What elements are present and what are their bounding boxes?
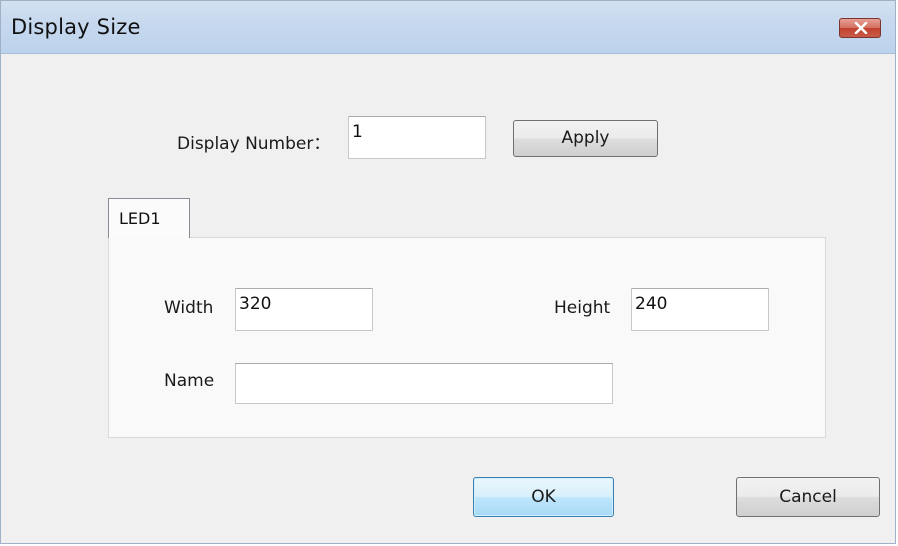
title-bar: Display Size [1,1,895,54]
tab-led1[interactable]: LED1 [108,198,190,238]
close-icon [854,22,868,34]
display-number-input[interactable]: 1 [348,116,486,159]
name-input[interactable] [235,363,613,404]
close-button[interactable] [839,18,881,38]
height-label: Height [554,298,611,318]
apply-button[interactable]: Apply [513,120,658,157]
cancel-button-label: Cancel [779,487,837,507]
display-size-dialog: Display Size Display Number： 1 Apply LED… [0,0,896,544]
height-input[interactable]: 240 [631,288,769,331]
width-label: Width [164,298,214,318]
display-number-label: Display Number： [177,134,331,154]
cancel-button[interactable]: Cancel [736,477,880,517]
tab-led1-label: LED1 [119,209,161,228]
apply-button-label: Apply [561,128,610,148]
window-title: Display Size [11,15,141,39]
width-input[interactable]: 320 [235,288,373,331]
led1-tab-panel [108,237,826,438]
ok-button-label: OK [531,487,556,507]
name-label: Name [164,371,215,391]
ok-button[interactable]: OK [473,477,614,517]
